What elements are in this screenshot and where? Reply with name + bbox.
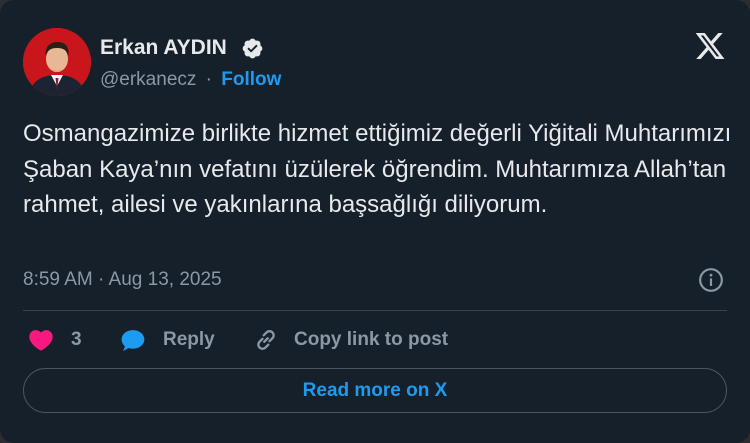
- follow-button[interactable]: Follow: [221, 69, 281, 90]
- handle-row: @erkanecz · Follow: [100, 69, 281, 91]
- reply-button[interactable]: Reply: [119, 325, 215, 355]
- like-count: 3: [71, 329, 82, 350]
- heart-icon: [29, 330, 53, 351]
- reply-bubble-icon: [121, 330, 145, 352]
- tweet-text: Osmangazimize birlikte hizmet ettiğimiz …: [23, 120, 732, 218]
- read-more-label: Read more on X: [302, 379, 448, 401]
- info-icon[interactable]: [698, 267, 724, 293]
- x-logo-icon[interactable]: [694, 30, 726, 62]
- action-bar: 3 Reply Copy link to post: [23, 325, 727, 355]
- like-button[interactable]: 3: [27, 325, 82, 355]
- copy-link-label: Copy link to post: [294, 329, 449, 350]
- copy-link-button[interactable]: Copy link to post: [252, 325, 448, 355]
- author-handle[interactable]: @erkanecz: [100, 69, 196, 90]
- link-icon: [257, 330, 275, 350]
- avatar[interactable]: [23, 28, 91, 96]
- author-name[interactable]: Erkan AYDIN: [100, 36, 227, 60]
- separator-dot: ·: [205, 69, 212, 90]
- read-more-button[interactable]: Read more on X: [23, 368, 727, 413]
- verified-badge-icon: [242, 38, 263, 59]
- divider: [23, 310, 727, 311]
- avatar-image: [23, 28, 91, 96]
- reply-label: Reply: [163, 329, 215, 350]
- tweet-embed-card: Erkan AYDIN @erkanecz · Follow Osmangazi…: [0, 0, 750, 443]
- tweet-timestamp[interactable]: 8:59 AM · Aug 13, 2025: [23, 269, 222, 291]
